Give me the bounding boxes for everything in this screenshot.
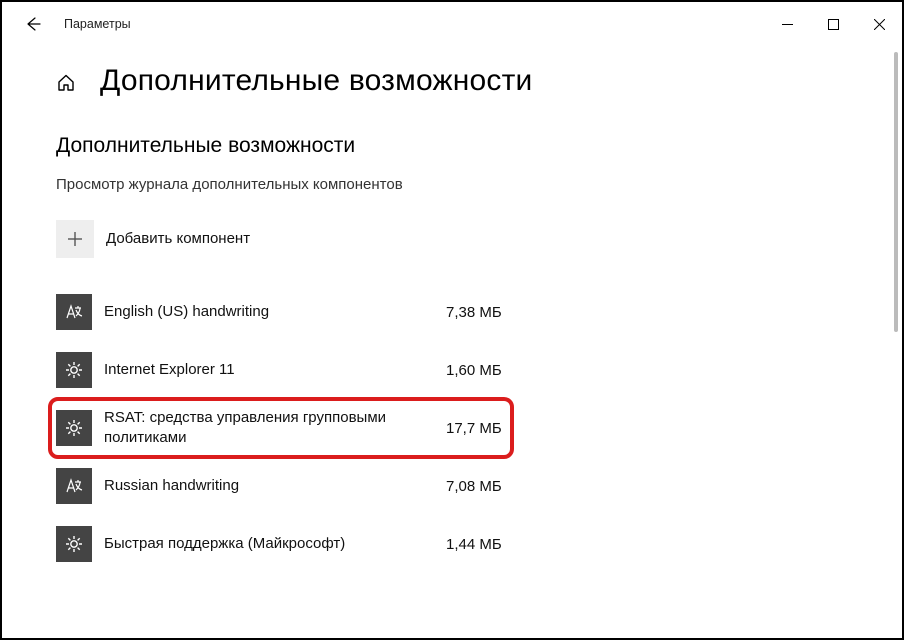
feature-size: 7,08 МБ <box>446 478 516 495</box>
feature-item[interactable]: Russian handwriting 7,08 МБ <box>56 457 516 515</box>
feature-size: 7,38 МБ <box>446 304 516 321</box>
minimize-button[interactable] <box>764 8 810 40</box>
feature-name: RSAT: средства управления групповыми пол… <box>104 408 446 449</box>
feature-item-highlighted[interactable]: RSAT: средства управления групповыми пол… <box>56 399 516 457</box>
content-area: Дополнительные возможности Дополнительны… <box>2 46 902 573</box>
feature-size: 1,44 МБ <box>446 536 516 553</box>
feature-size: 1,60 МБ <box>446 362 516 379</box>
titlebar: Параметры <box>2 2 902 46</box>
feature-name: Быстрая поддержка (Майкрософт) <box>104 534 446 554</box>
language-icon <box>56 294 92 330</box>
add-feature-button[interactable]: Добавить компонент <box>56 215 516 263</box>
plus-icon <box>56 220 94 258</box>
feature-item[interactable]: Быстрая поддержка (Майкрософт) 1,44 МБ <box>56 515 516 573</box>
feature-name: English (US) handwriting <box>104 302 446 322</box>
feature-size: 17,7 МБ <box>446 420 516 437</box>
scrollbar[interactable] <box>889 52 898 634</box>
add-feature-label: Добавить компонент <box>106 229 516 249</box>
feature-name: Russian handwriting <box>104 476 446 496</box>
section-title: Дополнительные возможности <box>56 134 902 158</box>
gear-icon <box>56 352 92 388</box>
scrollbar-thumb[interactable] <box>894 52 898 332</box>
window-controls <box>764 8 902 40</box>
home-icon[interactable] <box>56 73 76 93</box>
gear-icon <box>56 526 92 562</box>
history-link[interactable]: Просмотр журнала дополнительных компонен… <box>56 176 902 193</box>
page-title: Дополнительные возможности <box>100 64 533 98</box>
feature-item[interactable]: Internet Explorer 11 1,60 МБ <box>56 341 516 399</box>
back-button[interactable] <box>16 7 50 41</box>
language-icon <box>56 468 92 504</box>
maximize-button[interactable] <box>810 8 856 40</box>
window-title: Параметры <box>64 17 131 31</box>
gear-icon <box>56 410 92 446</box>
feature-item[interactable]: English (US) handwriting 7,38 МБ <box>56 283 516 341</box>
page-header: Дополнительные возможности <box>56 64 902 98</box>
close-button[interactable] <box>856 8 902 40</box>
feature-name: Internet Explorer 11 <box>104 360 446 380</box>
